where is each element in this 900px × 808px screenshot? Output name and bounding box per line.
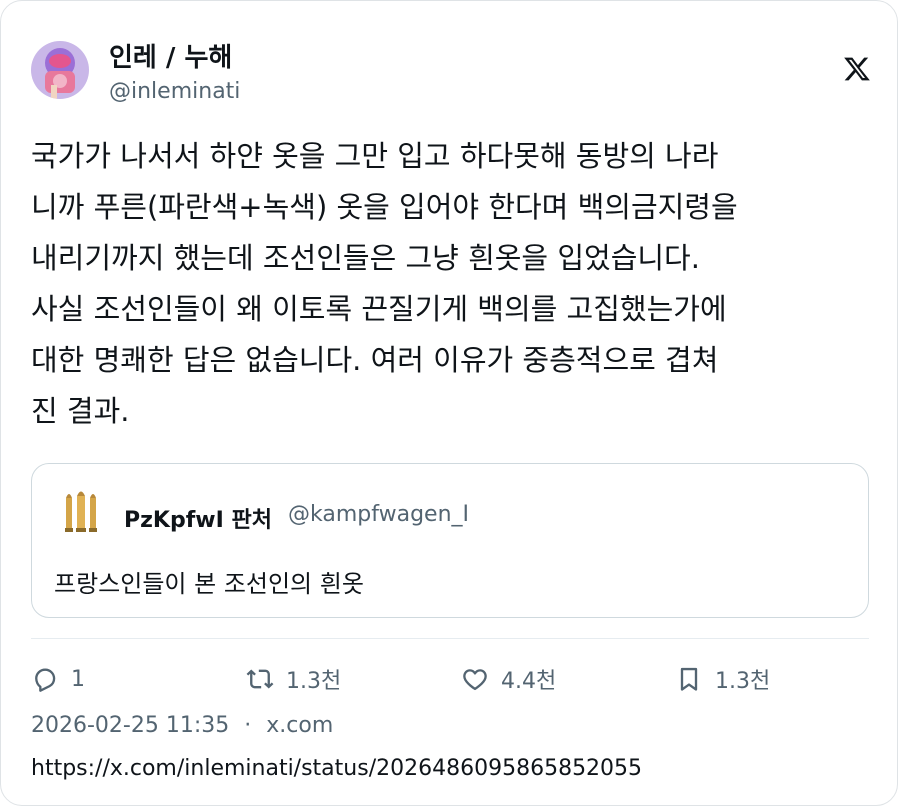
x-logo-icon[interactable] — [843, 55, 871, 83]
author-handle[interactable]: @inleminati — [109, 79, 240, 104]
bullets-avatar[interactable] — [54, 486, 108, 540]
bookmark-icon — [680, 667, 698, 691]
source-link[interactable]: x.com — [266, 713, 333, 738]
meta-separator: · — [244, 713, 252, 738]
tweet-meta: 2026-02-25 11:35 · x.com — [31, 713, 341, 738]
author-display-name[interactable]: 인레 / 누해 — [109, 37, 232, 74]
tweet-line: 대한 명쾌한 답은 없습니다. 여러 이유가 중층적으로 겹쳐 — [31, 343, 719, 377]
bookmark-count: 1.3천 — [715, 669, 771, 694]
quoted-tweet[interactable]: PzKpfwI 판처 @kampfwagen_I 프랑스인들이 본 조선인의 흰… — [31, 463, 869, 618]
retweet-count: 1.3천 — [286, 669, 342, 694]
tweet-line: 내리기까지 했는데 조선인들은 그냥 흰옷을 입었습니다. — [31, 241, 700, 275]
reply-count: 1 — [71, 666, 85, 692]
tweet-line: 진 결과. — [31, 394, 130, 428]
reply-button[interactable]: 1 — [31, 661, 85, 697]
like-count: 4.4천 — [501, 669, 557, 694]
quote-text: 프랑스인들이 본 조선인의 흰옷 — [54, 570, 364, 598]
like-button[interactable]: 4.4천 — [461, 661, 556, 697]
quote-handle[interactable]: @kampfwagen_I — [288, 502, 469, 527]
tweet-line: 니까 푸른(파란색+녹색) 옷을 입어야 한다며 백의금지령을 — [31, 190, 738, 224]
tweet-card: 인레 / 누해 @inleminati 국가가 나서서 하얀 옷을 그만 입고 … — [0, 0, 898, 806]
retweet-button[interactable]: 1.3천 — [246, 661, 341, 697]
bookmark-button[interactable]: 1.3천 — [675, 661, 770, 697]
retweet-icon — [246, 669, 274, 689]
timestamp[interactable]: 2026-02-25 11:35 — [31, 713, 229, 738]
profile-avatar[interactable] — [31, 41, 89, 99]
tweet-line: 국가가 나서서 하얀 옷을 그만 입고 하다못해 동방의 나라 — [31, 139, 719, 173]
reply-icon — [35, 668, 56, 692]
tweet-line: 사실 조선인들이 왜 이토록 끈질기게 백의를 고집했는가에 — [31, 292, 727, 326]
tweet-text: 국가가 나서서 하얀 옷을 그만 입고 하다못해 동방의 나라 니까 푸른(파란… — [31, 131, 876, 437]
heart-icon — [463, 669, 487, 691]
divider — [31, 638, 869, 639]
tweet-url[interactable]: https://x.com/inleminati/status/20264860… — [31, 756, 642, 781]
quote-display-name[interactable]: PzKpfwI 판처 — [124, 502, 272, 534]
